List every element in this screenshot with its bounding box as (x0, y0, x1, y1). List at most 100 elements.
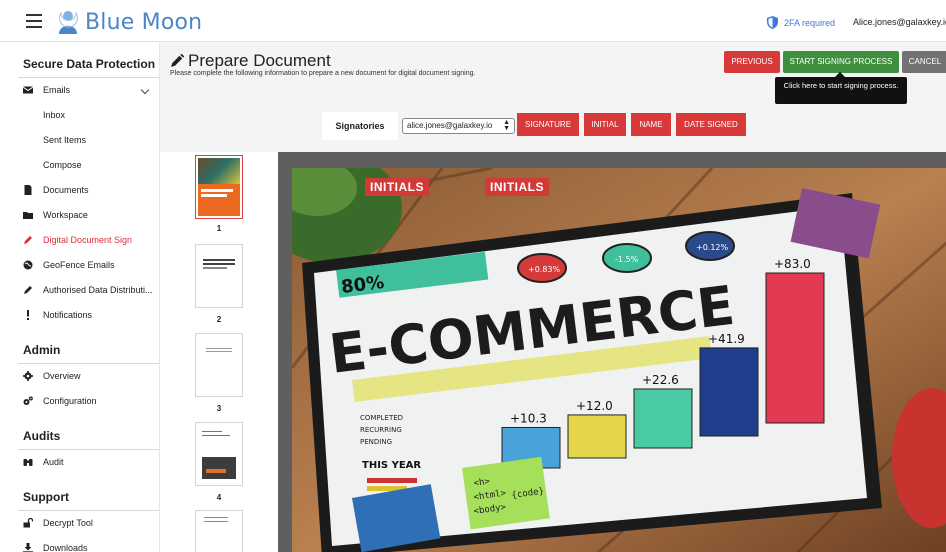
doc-bar (567, 414, 627, 459)
section-secure-data-protection: Secure Data Protection (23, 57, 156, 71)
sidebar-item-sent-items[interactable]: Sent Items (0, 128, 159, 153)
thumbnail-page-4[interactable] (195, 422, 243, 486)
sidebar-item-label: Emails (43, 85, 71, 95)
thumbnail-text-line (203, 263, 235, 265)
sidebar-item-label: Authorised Data Distributi... (43, 285, 153, 295)
thumbnail-number: 3 (216, 404, 222, 413)
sidebar-item-label: Workspace (43, 210, 88, 220)
thumbnail-text-line (201, 194, 227, 197)
thumbnail-text-line (203, 259, 235, 261)
page-title: Prepare Document (170, 51, 331, 71)
thumbnail-number: 1 (216, 224, 222, 233)
thumbnail-image-detail (206, 469, 226, 473)
thumbnail-text-line (202, 435, 230, 436)
moon-person-icon (59, 11, 78, 34)
section-support: Support (23, 490, 69, 504)
sidebar-item-label: Audit (43, 457, 64, 467)
page-title-text: Prepare Document (188, 51, 331, 70)
thumbnail-page-5[interactable] (195, 510, 243, 552)
thumbnail-page-1[interactable] (195, 155, 243, 219)
binoculars-icon (23, 459, 33, 466)
thumbnail-text-line (206, 351, 232, 352)
start-signing-process-button[interactable]: START SIGNING PROCESS (783, 51, 899, 73)
sidebar-item-inbox[interactable]: Inbox (0, 103, 159, 128)
sidebar-item-notifications[interactable]: Notifications (0, 303, 159, 328)
page-subtitle: Please complete the following informatio… (170, 70, 476, 77)
gears-icon (23, 396, 33, 405)
doc-small-text: RECURRING (360, 426, 402, 434)
signatory-select[interactable]: alice.jones@galaxkey.io ▲ ▼ (402, 118, 515, 134)
sidebar-item-compose[interactable]: Compose (0, 153, 159, 178)
doc-bar-label: +10.3 (510, 411, 547, 425)
hamburger-menu-icon[interactable] (26, 14, 42, 28)
sidebar-item-label: Sent Items (43, 135, 87, 145)
sidebar-item-overview[interactable]: Overview (0, 364, 159, 389)
select-arrows-icon: ▲ ▼ (503, 119, 510, 132)
twofa-status[interactable]: 2FA required (767, 16, 835, 29)
user-email[interactable]: Alice.jones@galaxkey.io (853, 17, 946, 27)
sidebar-item-downloads[interactable]: Downloads (0, 536, 159, 552)
signatories-label: Signatories (322, 112, 398, 140)
start-signing-tooltip: Click here to start signing process. (775, 72, 907, 104)
initial-field-button[interactable]: INITIAL (584, 113, 626, 136)
exclamation-icon (27, 310, 29, 320)
thumbnail-text-line (204, 517, 228, 518)
previous-button[interactable]: PREVIOUS (724, 51, 780, 73)
document-viewer[interactable]: E-COMMERCE 80% +0.83% -1.5% +0.12% +10.3… (278, 152, 946, 552)
doc-bar-label: +41.9 (708, 332, 745, 346)
doc-bar-label: +22.6 (642, 373, 679, 387)
sidebar-item-label: Inbox (43, 110, 66, 120)
globe-icon (23, 260, 33, 270)
unlock-icon (23, 518, 33, 528)
thumbnail-page-3[interactable] (195, 333, 243, 397)
thumbnail-text-line (201, 189, 233, 192)
placed-initials-tag[interactable]: INITIALS (485, 178, 549, 196)
sidebar-item-documents[interactable]: Documents (0, 178, 159, 203)
top-bar: Blue Moon 2FA required Alice.jones@galax… (0, 0, 946, 42)
name-field-button[interactable]: NAME (631, 113, 671, 136)
sidebar-item-label: GeoFence Emails (43, 260, 115, 270)
sidebar-item-audit[interactable]: Audit (0, 450, 159, 475)
doc-bar (765, 272, 825, 424)
chevron-down-icon[interactable] (140, 85, 150, 95)
placed-initials-tag[interactable]: INITIALS (365, 178, 429, 196)
doc-bar (633, 388, 693, 449)
cancel-button[interactable]: CANCEL (902, 51, 946, 73)
document-page-image: E-COMMERCE 80% +0.83% -1.5% +0.12% +10.3… (292, 168, 946, 552)
sidebar-item-authorised-data-distribution[interactable]: Authorised Data Distributi... (0, 278, 159, 303)
sidebar-item-label: Documents (43, 185, 89, 195)
sidebar-item-digital-document-sign[interactable]: Digital Document Sign (0, 228, 159, 253)
sidebar-item-workspace[interactable]: Workspace (0, 203, 159, 228)
thumbnail-text-line (203, 267, 227, 269)
thumbnail-image (198, 158, 240, 184)
doc-small-text: THIS YEAR (362, 460, 421, 471)
thumbnail-image (202, 457, 236, 479)
sidebar-item-emails[interactable]: Emails (0, 78, 159, 103)
doc-circle-label: +0.83% (528, 265, 561, 274)
sidebar-item-configuration[interactable]: Configuration (0, 389, 159, 414)
doc-bar-label: +12.0 (576, 399, 613, 413)
doc-circle-label: -1.5% (615, 255, 639, 264)
doc-bar-label: +83.0 (774, 257, 811, 271)
main-content: Prepare Document Please complete the fol… (160, 42, 946, 552)
logo-text: Blue Moon (85, 9, 203, 35)
date-signed-field-button[interactable]: DATE SIGNED (676, 113, 746, 136)
sidebar-item-decrypt-tool[interactable]: Decrypt Tool (0, 511, 159, 536)
doc-bar (699, 347, 759, 437)
doc-circle-label: +0.12% (696, 243, 729, 252)
signature-field-button[interactable]: SIGNATURE (517, 113, 579, 136)
section-audits: Audits (23, 429, 61, 443)
pen-icon (171, 54, 184, 67)
pen-icon (24, 286, 32, 294)
sidebar: Secure Data Protection Emails Inbox Sent… (0, 42, 160, 552)
sidebar-item-label: Digital Document Sign (43, 235, 133, 245)
thumbnail-page-2[interactable] (195, 244, 243, 308)
sidebar-item-label: Decrypt Tool (43, 518, 93, 528)
sidebar-item-label: Notifications (43, 310, 93, 320)
tooltip-text: Click here to start signing process. (783, 81, 899, 90)
sidebar-item-geofence-emails[interactable]: GeoFence Emails (0, 253, 159, 278)
page-thumbnails: 1 2 3 4 (160, 152, 278, 552)
sidebar-item-label: Overview (43, 371, 81, 381)
section-admin: Admin (23, 343, 61, 357)
app-logo[interactable]: Blue Moon (56, 7, 202, 37)
